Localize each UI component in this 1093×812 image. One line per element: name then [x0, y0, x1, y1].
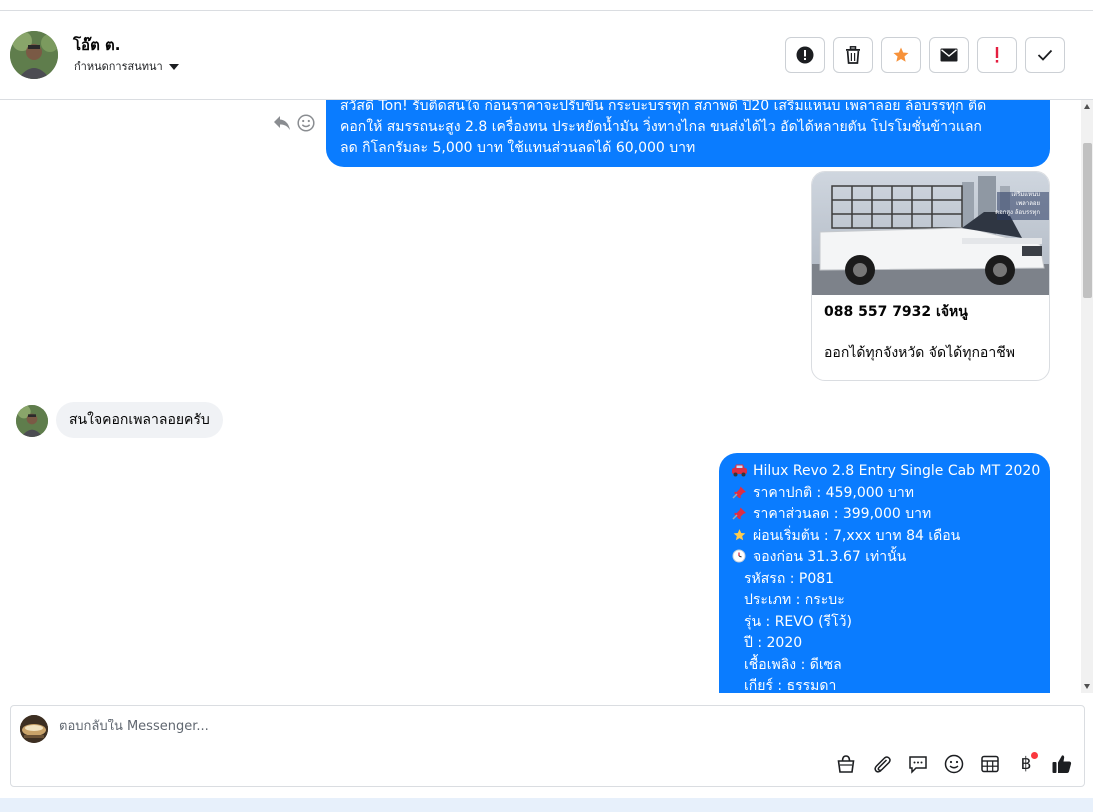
delete-button[interactable]: [833, 37, 873, 73]
mark-spam-button[interactable]: [785, 37, 825, 73]
assign-conversation-dropdown[interactable]: กำหนดการสนทนา: [74, 57, 179, 75]
message-line: เชื้อเพลิง : ดีเซล: [744, 656, 842, 673]
contact-avatar[interactable]: [10, 31, 58, 79]
payment-button[interactable]: ฿: [1014, 752, 1038, 776]
message-line: รหัสรถ : P081: [744, 570, 835, 587]
message-line: เกียร์ : ธรรมดา: [744, 678, 837, 693]
outgoing-message-promo[interactable]: สวัสดี Ton! รับติดสนใจ ก่อนราคาจะปรับขึ้…: [326, 100, 1050, 167]
alert-circle-icon: [796, 46, 814, 64]
check-icon: [1037, 49, 1053, 61]
message-line: ลด กิโลกรัมละ 5,000 บาท ใช้แทนส่วนลดได้ …: [340, 140, 696, 156]
star-icon: [893, 47, 909, 62]
calendar-grid-icon: [981, 755, 999, 773]
reply-icon[interactable]: [273, 115, 291, 131]
envelope-icon: [940, 48, 958, 62]
message-line: Hilux Revo 2.8 Entry Single Cab MT 2020: [731, 461, 1040, 483]
message-thread[interactable]: สวัสดี Ton! รับติดสนใจ ก่อนราคาจะปรับขึ้…: [0, 100, 1081, 693]
star-emoji-icon: [733, 528, 746, 540]
scroll-down-arrow-icon[interactable]: [1084, 684, 1090, 689]
reply-composer: ฿: [10, 705, 1085, 787]
chat-bubble-icon: [909, 756, 927, 774]
like-button[interactable]: [1050, 752, 1074, 776]
scroll-up-arrow-icon[interactable]: [1084, 104, 1090, 109]
header-actions: [785, 37, 1065, 73]
mark-unread-button[interactable]: [929, 37, 969, 73]
bottom-panel-edge: [0, 798, 1093, 812]
outgoing-message-details[interactable]: Hilux Revo 2.8 Entry Single Cab MT 2020 …: [719, 453, 1050, 693]
paperclip-icon: [874, 756, 891, 773]
card-title: 088 557 7932 เจ้หนู: [824, 304, 968, 320]
incoming-message[interactable]: สนใจคอกเพลาลอยครับ: [56, 402, 223, 438]
notification-dot: [1031, 752, 1038, 759]
follow-up-button[interactable]: [977, 37, 1017, 73]
thread-scrollbar[interactable]: [1081, 100, 1093, 693]
message-line: คอกให้ สมรรถนะสูง 2.8 เครื่องทน ประหยัดน…: [340, 119, 982, 135]
assign-label: กำหนดการสนทนา: [74, 60, 163, 73]
baht-icon: ฿: [1020, 754, 1032, 774]
message-line: รุ่น : REVO (รีโว้): [744, 613, 852, 630]
product-card[interactable]: เสริมแหนบ เพลาลอย คอกสูง ล้อบรรทุก 088 5…: [811, 171, 1050, 381]
pushpin-icon: [732, 507, 746, 520]
pushpin-icon: [732, 485, 746, 499]
message-line: สวัสดี Ton! รับติดสนใจ ก่อนราคาจะปรับขึ้…: [340, 100, 987, 114]
message-line: จองก่อน 31.3.67 เท่านั้น: [731, 547, 1038, 569]
image-caption-line: เพลาลอย: [1016, 200, 1040, 207]
message-line: ผ่อนเริ่มต้น : 7,xxx บาท 84 เดือน: [731, 526, 1038, 548]
trash-icon: [846, 46, 860, 64]
emoji-button[interactable]: [942, 752, 966, 776]
shopping-bag-icon: [837, 755, 855, 773]
card-subtitle: ออกได้ทุกจังหวัด จัดได้ทุกอาชีพ: [824, 345, 1015, 361]
shop-bag-button[interactable]: [834, 752, 858, 776]
emoji-reaction-icon[interactable]: [297, 114, 315, 132]
conversation-header: โอ๊ต ต. กำหนดการสนทนา: [0, 11, 1093, 100]
smiley-icon: [944, 754, 964, 774]
message-hover-tools: [273, 114, 315, 132]
contact-name[interactable]: โอ๊ต ต.: [73, 33, 120, 57]
star-button[interactable]: [881, 37, 921, 73]
reply-input[interactable]: [59, 719, 859, 734]
image-caption-line: เสริมแหนบ: [1011, 191, 1040, 198]
clock-icon: [732, 549, 746, 563]
contact-avatar-small: [16, 405, 48, 437]
image-caption-line: คอกสูง ล้อบรรทุก: [995, 209, 1040, 216]
exclamation-icon: [995, 47, 999, 63]
thumbs-up-icon: [1052, 755, 1072, 773]
message-line: ราคาปกติ : 459,000 บาท: [731, 483, 1038, 505]
attach-button[interactable]: [870, 752, 894, 776]
mark-done-button[interactable]: [1025, 37, 1065, 73]
composer-tools: ฿: [834, 752, 1074, 776]
pickup-truck-image: เสริมแหนบ เพลาลอย คอกสูง ล้อบรรทุก: [812, 172, 1049, 295]
car-icon: [732, 464, 747, 477]
message-line: ปี : 2020: [744, 635, 803, 651]
message-line: ราคาส่วนลด : 399,000 บาท: [731, 504, 1038, 526]
scroll-thumb[interactable]: [1083, 143, 1092, 298]
message-line: ประเภท : กระบะ: [744, 592, 845, 608]
appointment-button[interactable]: [978, 752, 1002, 776]
page-avatar: [20, 715, 48, 743]
saved-replies-button[interactable]: [906, 752, 930, 776]
caret-down-icon: [168, 63, 179, 70]
